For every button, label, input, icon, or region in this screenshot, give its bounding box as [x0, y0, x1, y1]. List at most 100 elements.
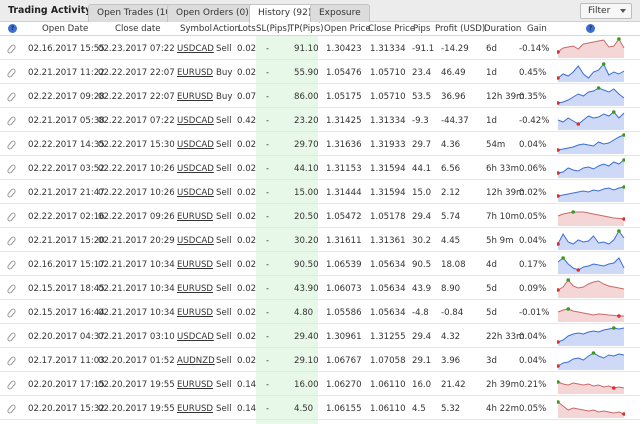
cell-symbol[interactable]: USDCAD	[177, 116, 214, 126]
cell-symbol[interactable]: EURUSD	[177, 308, 213, 318]
cell-open-date: 02.21.2017 05:38	[28, 116, 105, 126]
cell-gain: 0.04%	[519, 236, 547, 246]
cell-symbol[interactable]: EURUSD	[177, 212, 213, 222]
cell-tp-pips: 29.10	[294, 356, 319, 366]
help-icon[interactable]: ?	[8, 24, 17, 33]
table-row[interactable]: 02.22.2017 09:28 02.22.2017 22:07 EURUSD Bu…	[0, 84, 640, 108]
cell-symbol[interactable]: USDCAD	[177, 236, 214, 246]
cell-symbol[interactable]: EURUSD	[177, 380, 213, 390]
help-icon-gain[interactable]: ?	[586, 24, 595, 33]
cell-close-date: 02.22.2017 15:30	[98, 140, 175, 150]
cell-symbol[interactable]: AUDNZD	[177, 356, 215, 366]
cell-gain: 0.21%	[519, 380, 547, 390]
table-row[interactable]: 02.22.2017 03:52 02.22.2017 10:26 USDCAD Se…	[0, 156, 640, 180]
table-header: ? Open Date Close date Symbol Action Lot…	[0, 22, 640, 36]
col-pips[interactable]: Pips	[413, 24, 430, 34]
table-row[interactable]: 02.16.2017 15:17 02.21.2017 10:34 EURUSD Se…	[0, 252, 640, 276]
cell-symbol[interactable]: EURUSD	[177, 92, 213, 102]
cell-gain: 0.04%	[519, 332, 547, 342]
paperclip-icon[interactable]	[6, 187, 17, 199]
cell-profit: 3.96	[441, 356, 461, 366]
col-sl[interactable]: SL(Pips)	[256, 24, 290, 34]
cell-open-price: 1.31153	[326, 164, 362, 174]
col-symbol[interactable]: Symbol	[180, 24, 212, 34]
paperclip-icon[interactable]	[6, 403, 17, 415]
gain-sparkline	[557, 62, 625, 82]
table-row[interactable]: 02.16.2017 15:55 02.23.2017 07:22 USDCAD Se…	[0, 36, 640, 60]
cell-sl-pips: -	[266, 116, 270, 126]
paperclip-icon[interactable]	[6, 259, 17, 271]
paperclip-icon[interactable]	[6, 235, 17, 247]
col-tp[interactable]: TP(Pips)	[289, 24, 323, 34]
cell-symbol[interactable]: EURUSD	[177, 260, 213, 270]
col-action[interactable]: Action	[213, 24, 240, 34]
cell-symbol[interactable]: EURUSD	[177, 284, 213, 294]
table-row[interactable]: 02.21.2017 05:38 02.22.2017 07:22 USDCAD Se…	[0, 108, 640, 132]
paperclip-icon[interactable]	[6, 355, 17, 367]
cell-profit: -0.84	[441, 308, 464, 318]
paperclip-icon[interactable]	[6, 379, 17, 391]
cell-close-date: 02.22.2017 10:26	[98, 164, 175, 174]
cell-symbol[interactable]: USDCAD	[177, 188, 214, 198]
table-row[interactable]: 02.21.2017 21:47 02.22.2017 10:26 USDCAD Se…	[0, 180, 640, 204]
cell-open-date: 02.22.2017 03:52	[28, 164, 105, 174]
cell-close-price: 1.31594	[370, 188, 406, 198]
cell-tp-pips: 55.90	[294, 68, 319, 78]
paperclip-icon[interactable]	[6, 307, 17, 319]
paperclip-icon[interactable]	[6, 283, 17, 295]
paperclip-icon[interactable]	[6, 211, 17, 223]
col-duration[interactable]: Duration	[484, 24, 521, 34]
col-open-price[interactable]: Open Price	[324, 24, 371, 34]
gain-sparkline	[557, 400, 625, 418]
table-row[interactable]: 02.21.2017 11:22 02.22.2017 22:07 EURUSD Bu…	[0, 60, 640, 84]
col-close-date[interactable]: Close date	[115, 24, 161, 34]
paperclip-icon[interactable]	[6, 115, 17, 127]
cell-symbol[interactable]: USDCAD	[177, 164, 214, 174]
cell-sl-pips: -	[266, 140, 270, 150]
table-row[interactable]: 02.22.2017 02:16 02.22.2017 09:26 EURUSD Se…	[0, 204, 640, 228]
cell-lots: 0.42	[237, 116, 257, 126]
cell-open-price: 1.06539	[326, 260, 362, 270]
cell-symbol[interactable]: EURUSD	[177, 404, 213, 414]
cell-symbol[interactable]: USDCAD	[177, 332, 214, 342]
cell-symbol[interactable]: USDCAD	[177, 44, 214, 54]
filter-dropdown[interactable]: Filter	[580, 3, 632, 19]
paperclip-icon[interactable]	[6, 67, 17, 79]
cell-symbol[interactable]: EURUSD	[177, 68, 213, 78]
sparkline-area	[558, 88, 624, 106]
paperclip-icon[interactable]	[6, 139, 17, 151]
col-lots[interactable]: Lots	[238, 24, 256, 34]
cell-close-date: 02.20.2017 19:55	[98, 404, 175, 414]
table-row[interactable]: 02.20.2017 15:32 02.20.2017 19:55 EURUSD Se…	[0, 396, 640, 420]
col-open-date[interactable]: Open Date	[42, 24, 88, 34]
cell-action: Sell	[216, 332, 232, 342]
paperclip-icon[interactable]	[6, 163, 17, 175]
table-row[interactable]: 02.20.2017 04:37 02.21.2017 03:10 USDCAD Se…	[0, 324, 640, 348]
col-gain[interactable]: Gain	[527, 24, 547, 34]
paperclip-icon[interactable]	[6, 91, 17, 103]
table-row[interactable]: 02.21.2017 15:20 02.21.2017 20:29 USDCAD Se…	[0, 228, 640, 252]
cell-sl-pips: -	[266, 260, 270, 270]
cell-open-price: 1.30423	[326, 44, 362, 54]
col-profit[interactable]: Profit (USD)	[435, 24, 485, 34]
col-close-price[interactable]: Close Price	[368, 24, 415, 34]
paperclip-icon[interactable]	[6, 43, 17, 55]
table-row[interactable]: 02.17.2017 11:03 02.20.2017 01:52 AUDNZD Se…	[0, 348, 640, 372]
table-row[interactable]: 02.22.2017 14:35 02.22.2017 15:30 USDCAD Se…	[0, 132, 640, 156]
gain-sparkline	[557, 229, 625, 250]
cell-open-date: 02.22.2017 09:28	[28, 92, 105, 102]
paperclip-icon[interactable]	[6, 331, 17, 343]
sparkline-area	[558, 112, 624, 130]
tab-exposure[interactable]: Exposure	[310, 4, 370, 22]
cell-close-date: 02.21.2017 10:34	[98, 308, 175, 318]
table-row[interactable]: 02.20.2017 13:3902.20.2017 15:09EURUSDBu…	[0, 420, 640, 424]
cell-pips: 53.5	[412, 92, 432, 102]
cell-profit: -44.37	[441, 116, 469, 126]
table-row[interactable]: 02.15.2017 18:45 02.21.2017 10:34 EURUSD Se…	[0, 276, 640, 300]
cell-action: Sell	[216, 260, 232, 270]
cell-sl-pips: -	[266, 212, 270, 222]
table-row[interactable]: 02.20.2017 17:15 02.20.2017 19:55 EURUSD Se…	[0, 372, 640, 396]
table-row[interactable]: 02.15.2017 16:44 02.21.2017 10:34 EURUSD Se…	[0, 300, 640, 324]
cell-symbol[interactable]: USDCAD	[177, 140, 214, 150]
tab-open-orders[interactable]: Open Orders (0)	[167, 4, 258, 22]
